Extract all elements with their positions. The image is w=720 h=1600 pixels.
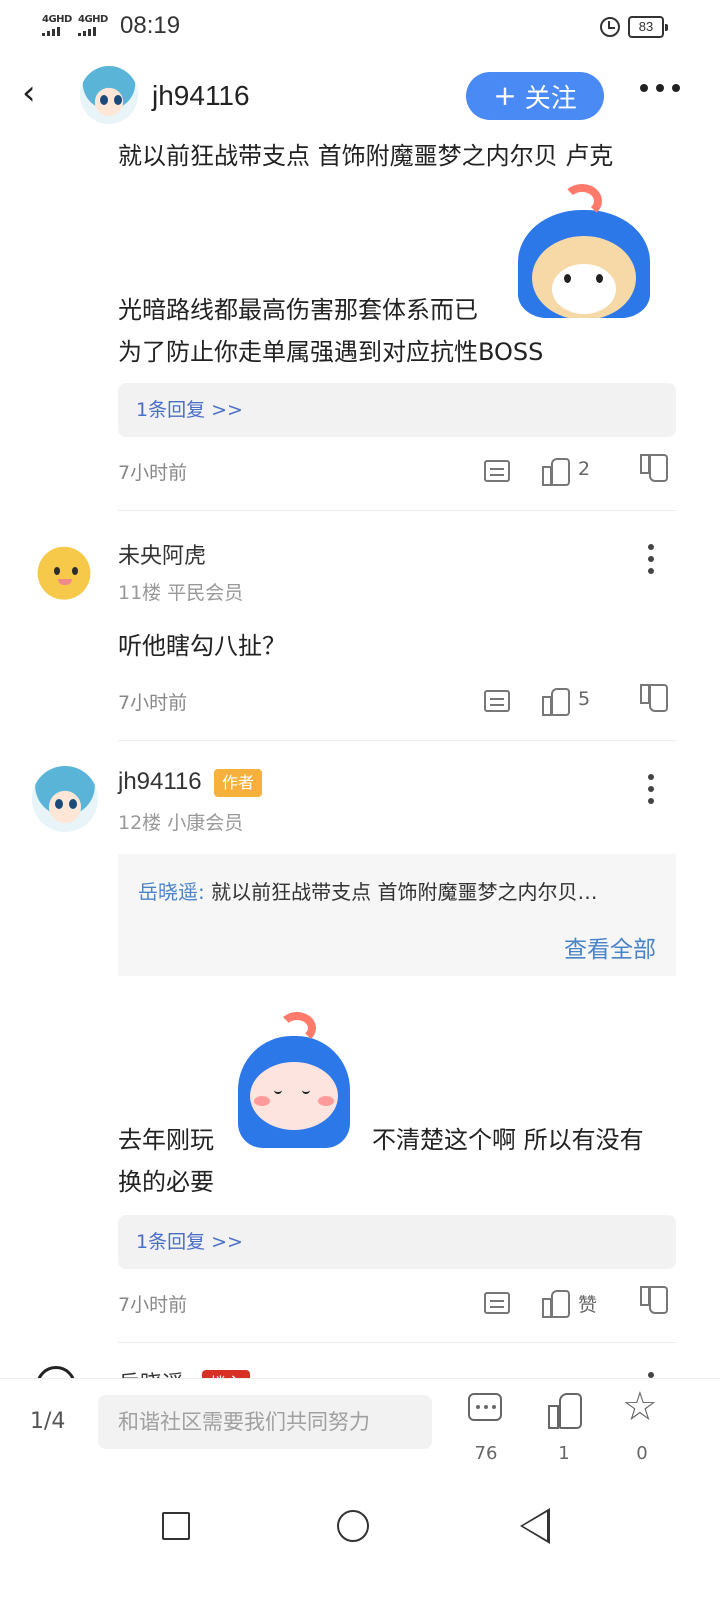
follow-label: 关注 bbox=[524, 83, 577, 114]
thumbs-up-icon[interactable] bbox=[542, 456, 570, 486]
post-text-line: 光暗路线都最高伤害那套体系而已 bbox=[118, 296, 478, 324]
status-bar: 4GHD 4GHD 08:19 83 bbox=[0, 0, 720, 56]
like-count: 1 bbox=[558, 1443, 570, 1464]
sticker-blue-creature-image bbox=[238, 1036, 350, 1148]
author-badge: 作者 bbox=[214, 769, 263, 797]
comment-bubble-icon bbox=[468, 1393, 502, 1421]
comment-floor-meta: 11楼 平民会员 bbox=[118, 582, 244, 604]
thread-header: ‹ jh94116 + 关注 bbox=[0, 56, 720, 136]
network-type-label: 4GHD bbox=[78, 14, 108, 25]
page-indicator[interactable]: 1/4 bbox=[30, 1409, 65, 1434]
sticker-crest-icon bbox=[278, 1012, 316, 1044]
view-replies-link[interactable]: 1条回复 >> bbox=[118, 383, 676, 437]
comment-floor-meta: 12楼 小康会员 bbox=[118, 812, 244, 834]
thumbs-up-icon[interactable] bbox=[542, 1288, 570, 1318]
comment-icon[interactable] bbox=[484, 1292, 510, 1314]
favorite-button[interactable]: ☆ 0 bbox=[612, 1385, 672, 1465]
avatar[interactable] bbox=[80, 66, 138, 124]
back-triangle-icon[interactable] bbox=[520, 1508, 550, 1544]
next-comment-peek: 岳晓遥 楼主 bbox=[0, 1360, 720, 1378]
sticker-doge-image bbox=[518, 210, 650, 318]
signal-indicator: 4GHD bbox=[42, 14, 72, 36]
avatar[interactable] bbox=[32, 538, 96, 602]
comment-icon[interactable] bbox=[484, 460, 510, 482]
thumbs-down-icon[interactable] bbox=[640, 686, 666, 714]
quoted-reply[interactable]: 岳晓遥: 就以前狂战带支点 首饰附魔噩梦之内尔贝… 查看全部 bbox=[118, 854, 676, 976]
header-username[interactable]: jh94116 bbox=[152, 80, 250, 112]
status-time: 08:19 bbox=[120, 12, 181, 39]
network-type-label: 4GHD bbox=[42, 14, 72, 25]
like-label: 赞 bbox=[578, 1294, 598, 1316]
comment-count: 76 bbox=[474, 1443, 498, 1464]
comment-text: 去年刚玩 bbox=[118, 1126, 214, 1154]
recent-apps-icon[interactable] bbox=[162, 1512, 190, 1540]
home-icon[interactable] bbox=[337, 1510, 369, 1542]
post-actions: 2 bbox=[484, 456, 674, 488]
plus-icon: + bbox=[493, 79, 517, 112]
comment-username[interactable]: jh94116 bbox=[118, 768, 202, 796]
comment-time: 7小时前 bbox=[118, 1294, 188, 1316]
post-text-line: 就以前狂战带支点 首饰附魔噩梦之内尔贝 卢克 bbox=[118, 142, 614, 170]
more-horizontal-icon[interactable] bbox=[640, 84, 680, 92]
comment-actions: 赞 bbox=[484, 1288, 674, 1320]
divider bbox=[118, 1342, 676, 1343]
like-button[interactable]: 1 bbox=[534, 1389, 594, 1465]
more-vertical-icon[interactable] bbox=[648, 774, 656, 804]
avatar[interactable] bbox=[32, 766, 98, 832]
comment-username[interactable]: 岳晓遥 bbox=[118, 1366, 184, 1378]
avatar[interactable] bbox=[36, 1366, 76, 1378]
star-icon: ☆ bbox=[622, 1384, 658, 1430]
bottom-action-bar: 1/4 76 1 ☆ 0 bbox=[0, 1378, 720, 1478]
thumbs-down-icon[interactable] bbox=[640, 1288, 666, 1316]
like-count: 5 bbox=[578, 688, 591, 710]
signal-bars-icon bbox=[78, 26, 108, 36]
like-count: 2 bbox=[578, 458, 591, 480]
comment-text: 听他瞎勾八扯？ bbox=[118, 632, 286, 660]
quote-author: 岳晓遥: bbox=[138, 880, 205, 904]
view-all-link[interactable]: 查看全部 bbox=[564, 930, 656, 964]
post-time: 7小时前 bbox=[118, 462, 188, 484]
divider bbox=[118, 740, 676, 741]
signal-indicator: 4GHD bbox=[78, 14, 108, 36]
comment-text: 不清楚这个啊 所以有没有 bbox=[372, 1126, 644, 1154]
view-replies-link[interactable]: 1条回复 >> bbox=[118, 1215, 676, 1269]
more-vertical-icon[interactable] bbox=[648, 544, 656, 574]
comments-button[interactable]: 76 bbox=[456, 1389, 516, 1465]
comment-actions: 5 bbox=[484, 686, 674, 718]
comment-icon[interactable] bbox=[484, 690, 510, 712]
op-badge: 楼主 bbox=[202, 1370, 251, 1378]
battery-indicator: 83 bbox=[628, 16, 668, 38]
alarm-icon bbox=[600, 17, 620, 37]
follow-button[interactable]: + 关注 bbox=[466, 72, 604, 120]
sticker-crest-icon bbox=[562, 184, 602, 218]
quote-text: 岳晓遥: 就以前狂战带支点 首饰附魔噩梦之内尔贝… bbox=[138, 876, 597, 905]
thumbs-down-icon[interactable] bbox=[640, 456, 666, 484]
comment-input[interactable] bbox=[98, 1395, 432, 1449]
post-text-line: 为了防止你走单属强遇到对应抗性BOSS bbox=[118, 338, 544, 366]
comment-text: 换的必要 bbox=[118, 1168, 214, 1196]
signal-bars-icon bbox=[42, 26, 72, 36]
comment-username[interactable]: 未央阿虎 bbox=[118, 538, 206, 570]
comment-time: 7小时前 bbox=[118, 692, 188, 714]
thumbs-up-icon[interactable] bbox=[542, 686, 570, 716]
thumbs-up-icon bbox=[548, 1391, 582, 1429]
quote-content: 就以前狂战带支点 首饰附魔噩梦之内尔贝… bbox=[211, 880, 598, 904]
favorite-count: 0 bbox=[636, 1443, 648, 1464]
chevron-left-icon[interactable]: ‹ bbox=[22, 76, 44, 112]
divider bbox=[118, 510, 676, 511]
system-nav-bar bbox=[0, 1478, 720, 1600]
